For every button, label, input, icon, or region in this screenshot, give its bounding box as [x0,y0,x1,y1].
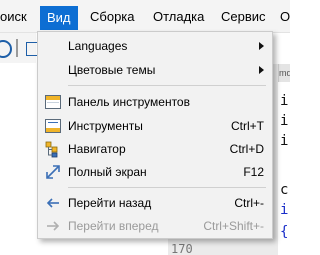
menu-item-label: Languages [68,39,128,53]
menu-item-go-back[interactable]: Перейти назад Ctrl+- [38,192,272,214]
menu-item-shortcut: Ctrl+- [234,196,264,210]
menu-separator [68,85,266,86]
code-line: c [280,182,289,198]
menu-item-shortcut: Ctrl+D [229,142,264,156]
submenu-arrow-icon [259,42,264,50]
menu-item-go-forward[interactable]: Перейти вперед Ctrl+Shift+- [38,215,272,237]
code-line: { [280,224,289,240]
menu-tools[interactable]: Сервис [221,9,266,24]
menu-view[interactable]: Вид [40,6,78,30]
back-arrow-icon [46,198,59,208]
menu-separator [68,187,266,188]
code-line: i [280,93,289,109]
menu-search[interactable]: оиск [0,9,27,24]
menu-item-label: Полный экран [68,165,147,179]
menu-item-color-themes[interactable]: Цветовые темы [38,59,272,81]
menu-item-label: Инструменты [68,119,143,133]
menu-item-shortcut: Ctrl+T [231,119,264,133]
line-number: 170 [171,242,193,255]
tools-window-icon [45,119,61,133]
menu-item-toolbar[interactable]: Панель инструментов [38,91,272,113]
menu-item-fullscreen[interactable]: Полный экран F12 [38,161,272,183]
menu-item-label: Панель инструментов [68,95,190,109]
menu-item-label: Навигатор [68,142,126,156]
fullscreen-icon [46,165,60,179]
toolbar-icon [45,95,61,109]
menu-item-label: Перейти назад [68,196,152,210]
toolbar [0,33,38,63]
menu-item-tools-window[interactable]: Инструменты Ctrl+T [38,115,272,137]
menu-item-shortcut: F12 [243,165,264,179]
editor-tab[interactable]: mq5 [278,64,290,82]
submenu-arrow-icon [259,66,264,74]
menu-item-languages[interactable]: Languages [38,35,272,57]
menu-item-navigator[interactable]: Навигатор Ctrl+D [38,138,272,160]
menu-debug[interactable]: Отладка [153,9,204,24]
back-nav-icon[interactable] [0,40,12,58]
menu-build[interactable]: Сборка [90,9,135,24]
menubar: оиск Вид Сборка Отладка Сервис О [0,0,290,33]
toolbar-icon[interactable] [16,39,18,57]
menu-more[interactable]: О [280,9,290,24]
menu-item-shortcut: Ctrl+Shift+- [203,219,264,233]
navigator-icon [45,141,58,158]
code-line: i [280,113,289,129]
app-window: оиск Вид Сборка Отладка Сервис О mq5 i i… [0,0,290,255]
view-menu: Languages Цветовые темы Панель инструмен… [37,31,273,239]
code-line: i [280,133,289,149]
forward-arrow-icon [47,221,60,231]
menu-item-label: Перейти вперед [68,219,159,233]
code-line: i [280,202,289,218]
menu-item-label: Цветовые темы [68,63,156,77]
